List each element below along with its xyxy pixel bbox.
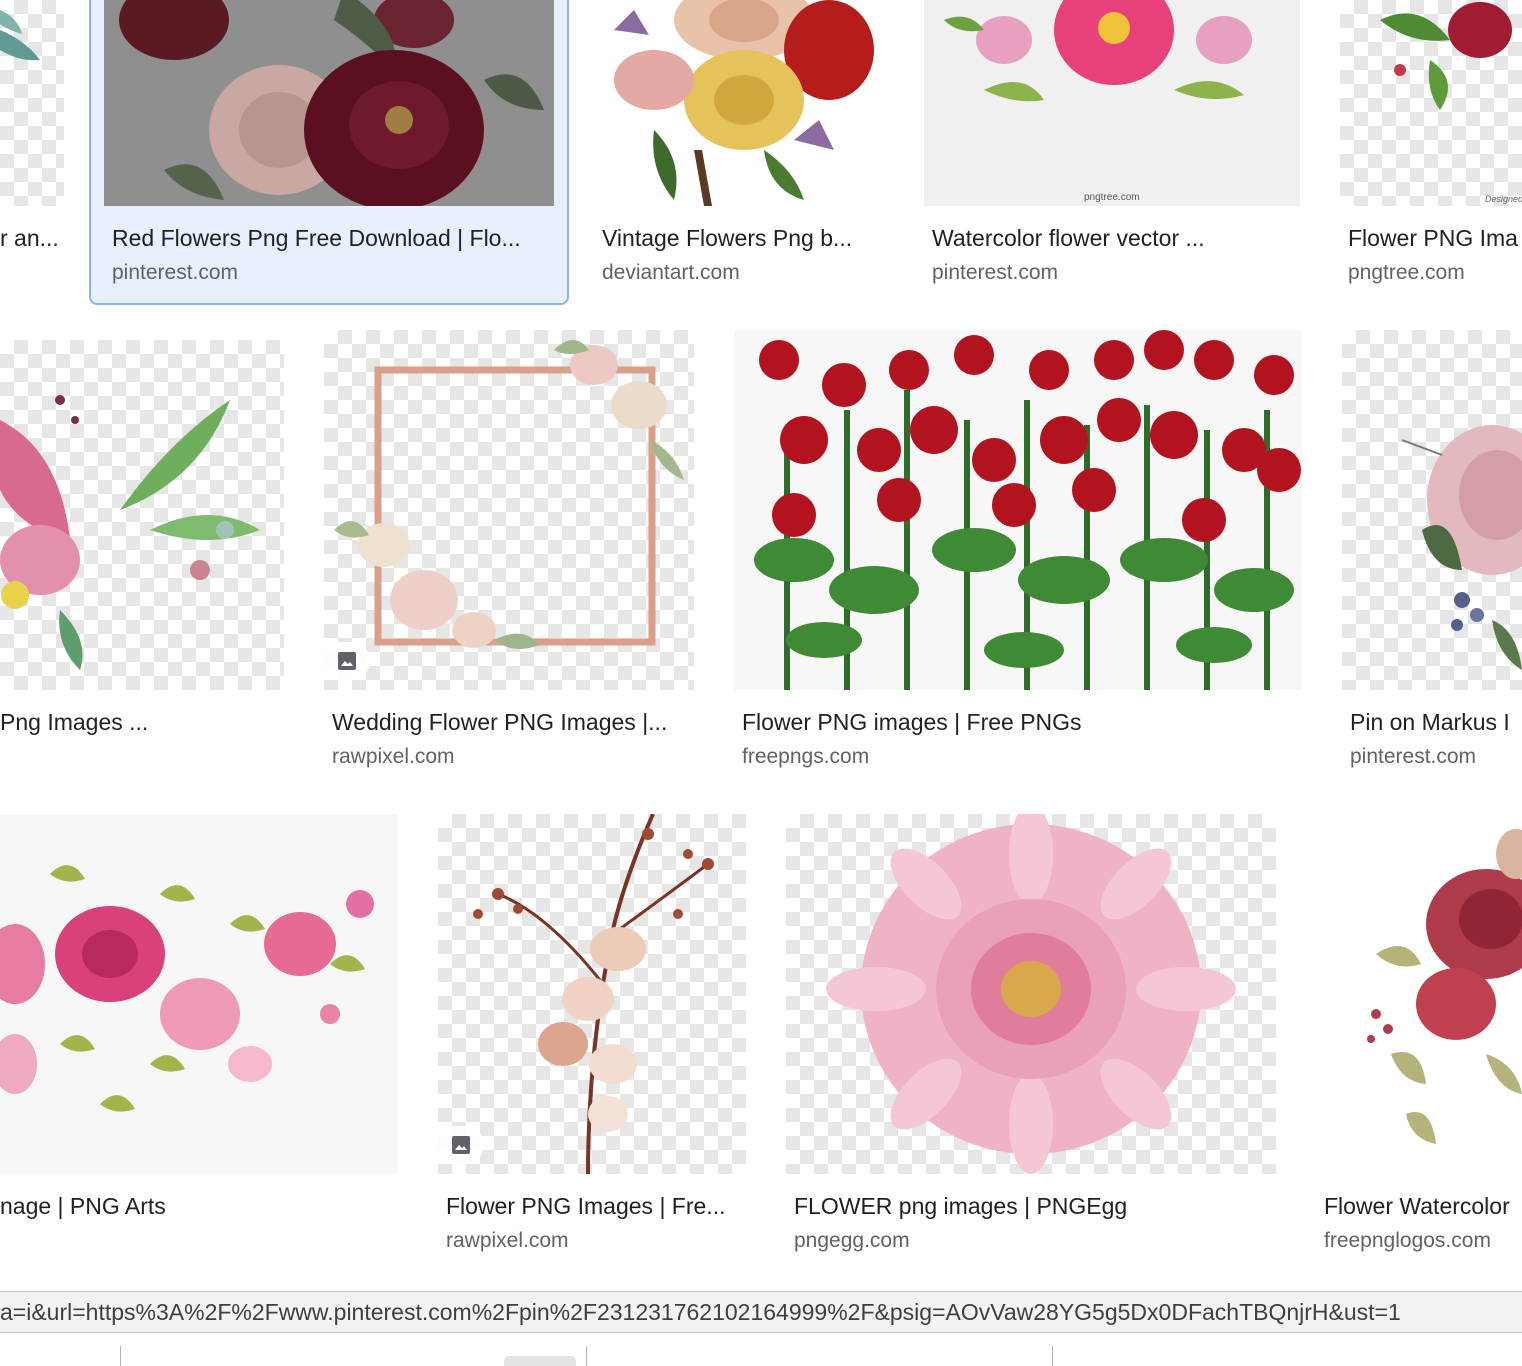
image-badge <box>438 1126 484 1164</box>
result-title[interactable]: Vintage Flowers Png b... <box>602 224 872 252</box>
scrollbar-handle[interactable] <box>504 1356 576 1366</box>
result-thumbnail[interactable]: Designed <box>1340 0 1522 206</box>
result-source[interactable]: deviantart.com <box>602 260 872 286</box>
result-source[interactable]: pinterest.com <box>1350 744 1522 770</box>
result-thumbnail[interactable] <box>0 340 284 690</box>
result-thumbnail[interactable] <box>734 330 1302 690</box>
watermark-text: pngtree.com <box>1084 192 1140 203</box>
result-thumbnail[interactable] <box>1316 814 1522 1174</box>
result-title[interactable]: Png Images ... <box>0 708 284 736</box>
result-title[interactable]: Red Flowers Png Free Download | Flo... <box>112 224 542 252</box>
result-thumbnail[interactable] <box>786 814 1276 1174</box>
result-title[interactable]: nage | PNG Arts <box>0 1192 398 1220</box>
result-title[interactable]: Flower Watercolor <box>1324 1192 1522 1220</box>
tab-divider <box>586 1346 587 1366</box>
result-source[interactable]: pinterest.com <box>112 260 542 286</box>
image-icon <box>338 652 356 670</box>
result-title[interactable]: r an... <box>0 224 64 252</box>
result-title[interactable]: FLOWER png images | PNGEgg <box>794 1192 1268 1220</box>
result-thumbnail[interactable] <box>1342 330 1522 690</box>
result-thumbnail[interactable] <box>0 0 64 206</box>
link-status-bar: a=i&url=https%3A%2F%2Fwww.pinterest.com%… <box>0 1291 1522 1333</box>
image-badge <box>324 642 370 680</box>
result-title[interactable]: Flower PNG images | Free PNGs <box>742 708 1294 736</box>
tab-divider <box>1052 1346 1053 1366</box>
result-source[interactable]: pngtree.com <box>1348 260 1522 286</box>
result-source[interactable]: rawpixel.com <box>446 1228 738 1254</box>
result-thumbnail[interactable] <box>0 814 398 1174</box>
result-title[interactable]: Watercolor flower vector ... <box>932 224 1292 252</box>
status-url: a=i&url=https%3A%2F%2Fwww.pinterest.com%… <box>0 1299 1401 1325</box>
result-source[interactable]: pinterest.com <box>932 260 1292 286</box>
result-thumbnail[interactable] <box>438 814 746 1174</box>
image-icon <box>452 1136 470 1154</box>
result-source[interactable]: freepnglogos.com <box>1324 1228 1522 1254</box>
result-thumbnail[interactable] <box>594 0 884 206</box>
result-source[interactable]: pngegg.com <box>794 1228 1268 1254</box>
result-source[interactable]: freepngs.com <box>742 744 1294 770</box>
taskbar-strip <box>0 1334 1522 1366</box>
result-title[interactable]: Wedding Flower PNG Images |... <box>332 708 686 736</box>
tab-divider <box>120 1346 121 1366</box>
result-thumbnail[interactable] <box>104 0 554 206</box>
result-title[interactable]: Flower PNG Ima <box>1348 224 1522 252</box>
result-thumbnail[interactable]: pngtree.com <box>924 0 1300 206</box>
result-title[interactable]: Flower PNG Images | Fre... <box>446 1192 738 1220</box>
watermark-text: Designed <box>1485 194 1522 204</box>
result-thumbnail[interactable] <box>324 330 694 690</box>
result-source[interactable]: rawpixel.com <box>332 744 686 770</box>
result-title[interactable]: Pin on Markus I <box>1350 708 1522 736</box>
